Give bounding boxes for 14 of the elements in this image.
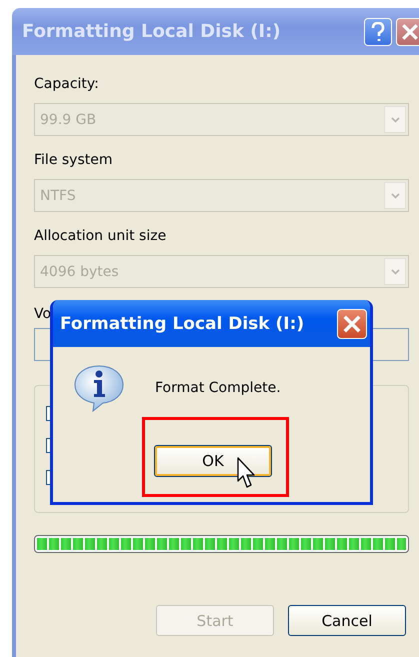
dialog-button[interactable]: Cancel xyxy=(288,605,406,636)
message-text: Format Complete. xyxy=(155,380,281,396)
ok-button[interactable]: OK xyxy=(154,445,272,477)
field-label: Vo xyxy=(34,305,52,323)
info-icon xyxy=(73,364,125,412)
help-icon xyxy=(371,22,385,42)
field-label: Capacity: xyxy=(34,75,99,93)
chevron-down-icon xyxy=(390,116,400,122)
window-title: Formatting Local Disk (I:) xyxy=(22,21,282,42)
field-label: Allocation unit size xyxy=(34,227,166,245)
chevron-down-icon xyxy=(390,192,400,198)
chevron-down-icon xyxy=(390,268,400,274)
dialog-title: Formatting Local Disk (I:) xyxy=(60,314,306,334)
field-label: File system xyxy=(34,151,112,169)
